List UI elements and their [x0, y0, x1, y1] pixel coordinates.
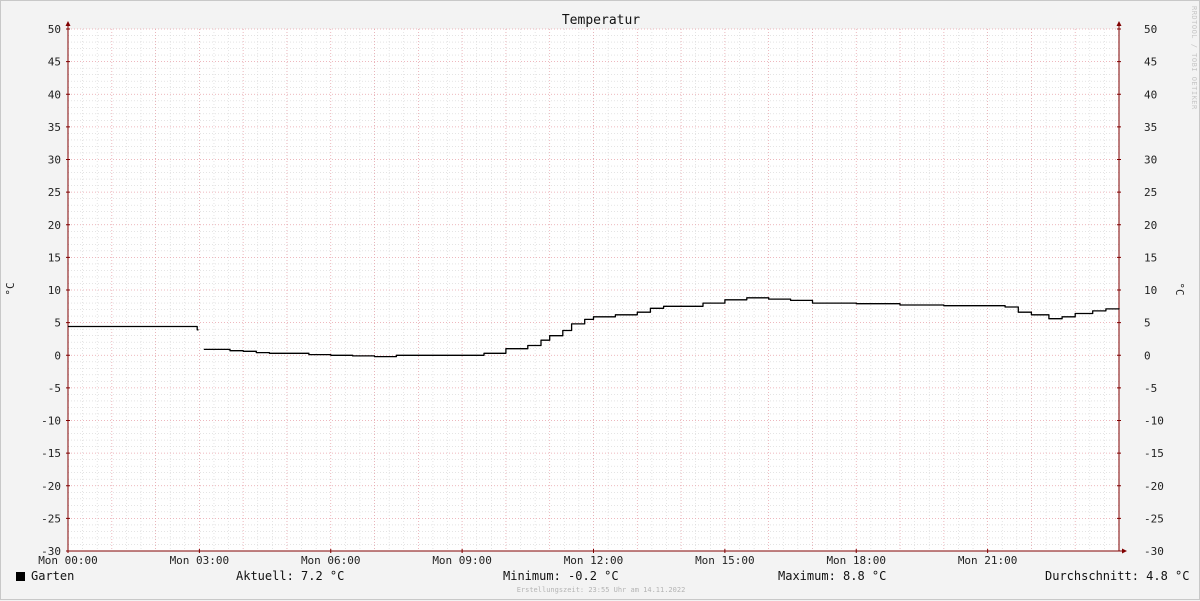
y-tick-label-right: -5: [1144, 382, 1157, 395]
x-ticks: Mon 00:00 Mon 03:00 Mon 06:00 Mon 09:00 Mon …: [38, 549, 1017, 567]
creation-time-footer: Erstellungszeit: 23:55 Uhr am 14.11.2022: [516, 586, 686, 594]
y-tick-label-left: 50: [48, 23, 61, 36]
y-ticks-left: 50454035302520151050-5-10-15-20-25-30: [41, 23, 70, 558]
y-axis-left-arrow: [65, 21, 71, 26]
y-tick-label-right: 35: [1144, 121, 1157, 134]
y-tick-label-right: 30: [1144, 154, 1157, 167]
legend-maximum: Maximum: 8.8 °C: [778, 569, 887, 583]
y-tick-label-right: 5: [1144, 317, 1151, 330]
y-tick-label-left: 20: [48, 219, 61, 232]
y-tick-label-right: -20: [1144, 480, 1164, 493]
x-tick-label: Mon 06:00: [301, 554, 361, 567]
legend-aktuell: Aktuell: 7.2 °C: [236, 569, 345, 583]
y-tick-label-left: -10: [41, 415, 61, 428]
y-tick-label-left: -15: [41, 447, 61, 460]
x-tick-label: Mon 21:00: [958, 554, 1018, 567]
y-tick-label-right: 40: [1144, 88, 1157, 101]
y-tick-label-right: -25: [1144, 512, 1164, 525]
temperature-chart: 50454035302520151050-5-10-15-20-25-30 50…: [4, 13, 1186, 567]
y-tick-label-right: 15: [1144, 251, 1157, 264]
y-tick-label-right: 25: [1144, 186, 1157, 199]
y-axis-label-left: °C: [4, 282, 17, 295]
y-tick-label-left: -5: [48, 382, 61, 395]
x-tick-label: Mon 15:00: [695, 554, 755, 567]
chart-frame: 50 45 40 35 30 25 20 15 10 5 0 -5 -10 -15 -20 -25 -30 50…: [0, 0, 1200, 600]
x-tick-label: Mon 03:00: [170, 554, 230, 567]
y-tick-label-right: 10: [1144, 284, 1157, 297]
y-tick-label-right: 20: [1144, 219, 1157, 232]
y-tick-label-right: 0: [1144, 349, 1151, 362]
y-tick-label-left: 40: [48, 88, 61, 101]
y-tick-label-left: 25: [48, 186, 61, 199]
y-tick-label-right: -30: [1144, 545, 1164, 558]
y-tick-label-left: -20: [41, 480, 61, 493]
x-tick-label: Mon 09:00: [432, 554, 492, 567]
y-tick-label-right: 50: [1144, 23, 1157, 36]
chart-title: Temperatur: [562, 13, 640, 28]
rrdtool-watermark: RRDTOOL / TOBI OETIKER: [1190, 6, 1198, 110]
legend-minimum: Minimum: -0.2 °C: [503, 569, 619, 583]
legend-durchschnitt: Durchschnitt: 4.8 °C: [1045, 569, 1190, 583]
y-tick-label-left: -25: [41, 512, 61, 525]
legend-swatch: [16, 572, 25, 581]
y-tick-label-left: 10: [48, 284, 61, 297]
y-tick-label-right: -15: [1144, 447, 1164, 460]
y-tick-label-left: 5: [54, 317, 61, 330]
legend-series: Garten: [16, 569, 74, 583]
y-axis-right-arrow: [1116, 21, 1122, 26]
y-tick-label-left: 15: [48, 251, 61, 264]
y-axis-label-right: °C: [1173, 282, 1186, 295]
y-tick-label-left: 35: [48, 121, 61, 134]
y-tick-label-left: 30: [48, 154, 61, 167]
y-tick-label-right: -10: [1144, 415, 1164, 428]
y-tick-label-left: 0: [54, 349, 61, 362]
y-ticks-right: 50454035302520151050-5-10-15-20-25-30: [1117, 23, 1164, 558]
x-axis-arrow: [1122, 548, 1127, 554]
x-tick-label: Mon 18:00: [826, 554, 886, 567]
y-tick-label-left: 45: [48, 56, 61, 69]
legend-series-name: Garten: [31, 569, 75, 583]
x-tick-label: Mon 00:00: [38, 554, 98, 567]
y-tick-label-right: 45: [1144, 56, 1157, 69]
x-tick-label: Mon 12:00: [564, 554, 624, 567]
